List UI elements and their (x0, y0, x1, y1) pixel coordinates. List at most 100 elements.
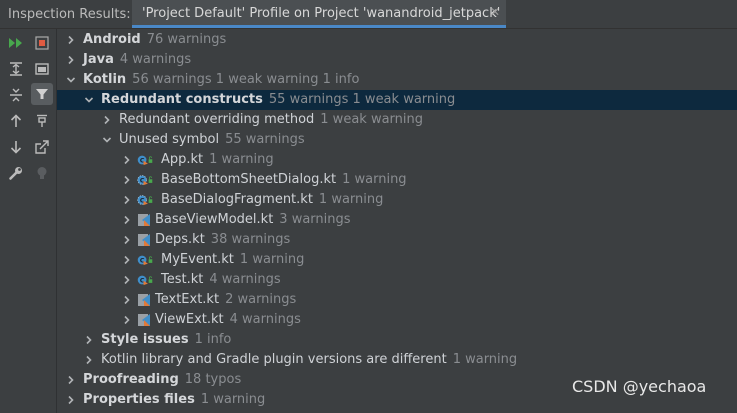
tree-row-count: 56 warnings 1 weak warning 1 info (132, 72, 360, 87)
chevron-right-icon[interactable] (83, 334, 95, 346)
kotlin-file-icon (138, 214, 150, 226)
kotlin-class-icon: C (137, 275, 153, 286)
tree-row-label: Redundant overriding method 1 weak warnin… (119, 112, 423, 127)
tree-row-name: Redundant overriding method (119, 112, 315, 127)
tree-row-count: 3 warnings (279, 212, 351, 227)
tool-window-title: Inspection Results: (8, 7, 131, 22)
tree-row-label: Redundant constructs 55 warnings 1 weak w… (101, 92, 455, 107)
tree-row-count: 1 warning (342, 172, 407, 187)
close-icon[interactable]: ✕ (490, 5, 500, 19)
pin-icon[interactable] (32, 111, 52, 131)
kotlin-file-icon (138, 314, 150, 326)
tree-row[interactable]: Redundant overriding method 1 weak warnin… (57, 110, 737, 130)
tab-label: 'Project Default' Profile on Project 'wa… (142, 6, 501, 21)
tree-row-label: Android 76 warnings (83, 32, 226, 47)
tree-row[interactable]: ViewExt.kt 4 warnings (57, 310, 737, 330)
tree-row[interactable]: Android 76 warnings (57, 30, 737, 50)
tree-row-count: 1 warning (209, 152, 274, 167)
tree-row[interactable]: TextExt.kt 2 warnings (57, 290, 737, 310)
chevron-right-icon[interactable] (121, 234, 133, 246)
chevron-right-icon[interactable] (121, 254, 133, 266)
chevron-down-icon[interactable] (101, 134, 113, 146)
chevron-right-icon[interactable] (65, 394, 77, 406)
kotlin-class-icon: C (137, 255, 153, 266)
chevron-right-icon[interactable] (65, 34, 77, 46)
tree-row-label: Unused symbol 55 warnings (119, 132, 305, 147)
chevron-right-icon[interactable] (121, 294, 133, 306)
tree-row[interactable]: C App.kt 1 warning (57, 150, 737, 170)
inspection-tree[interactable]: Android 76 warnings Java 4 warnings Kotlin 56… (57, 29, 737, 413)
tree-row-name: TextExt.kt (155, 292, 220, 307)
chevron-right-icon[interactable] (121, 274, 133, 286)
settings-wrench-icon[interactable] (6, 163, 26, 183)
tree-row[interactable]: Unused symbol 55 warnings (57, 130, 737, 150)
export-icon[interactable] (32, 137, 52, 157)
group-icon[interactable] (32, 59, 52, 79)
tree-row[interactable]: BaseViewModel.kt 3 warnings (57, 210, 737, 230)
tree-row[interactable]: C Test.kt 4 warnings (57, 270, 737, 290)
kotlin-file-icon (138, 234, 150, 246)
tree-row-name: Redundant constructs (101, 92, 263, 107)
filter-icon[interactable] (31, 83, 53, 105)
tab-inspection-profile[interactable]: 'Project Default' Profile on Project 'wa… (132, 0, 506, 28)
tree-row-label: Style issues 1 info (101, 332, 231, 347)
tree-row[interactable]: Kotlin 56 warnings 1 weak warning 1 info (57, 70, 737, 90)
tree-row[interactable]: Deps.kt 38 warnings (57, 230, 737, 250)
tree-row-name: Kotlin (83, 72, 127, 87)
tree-row-name: MyEvent.kt (161, 252, 234, 267)
tree-row-count: 1 weak warning (320, 112, 423, 127)
tree-row-label: Kotlin 56 warnings 1 weak warning 1 info (83, 72, 359, 87)
tree-row-count: 55 warnings 1 weak warning (268, 92, 456, 107)
tree-row-count: 1 warning (318, 192, 384, 207)
tree-row-count: 1 warning (200, 392, 266, 407)
watermark: CSDN @yechaoa (572, 377, 707, 396)
tree-row-label: BaseViewModel.kt 3 warnings (155, 212, 351, 227)
tree-row[interactable]: Style issues 1 info (57, 330, 737, 350)
chevron-right-icon[interactable] (121, 174, 133, 186)
stop-icon[interactable] (32, 33, 52, 53)
chevron-right-icon[interactable] (65, 374, 77, 386)
next-occurrence-icon[interactable] (6, 137, 26, 157)
tree-row-count: 1 warning (452, 352, 518, 367)
tree-row-name: BaseViewModel.kt (155, 212, 274, 227)
chevron-down-icon[interactable] (83, 94, 95, 106)
chevron-right-icon[interactable] (121, 314, 133, 326)
tree-row-name: BaseBottomSheetDialog.kt (161, 172, 337, 187)
previous-occurrence-icon[interactable] (6, 111, 26, 131)
tree-row-name: App.kt (161, 152, 204, 167)
chevron-right-icon[interactable] (83, 354, 95, 366)
tree-row-label: Java 4 warnings (83, 52, 191, 67)
tree-row-label: MyEvent.kt 1 warning (161, 252, 304, 267)
tree-row[interactable]: Redundant constructs 55 warnings 1 weak w… (57, 90, 737, 110)
tool-window-header: Inspection Results: 'Project Default' Pr… (0, 0, 737, 29)
tree-row-count: 1 warning (239, 252, 305, 267)
inspection-toolbar (0, 29, 57, 413)
tree-row-name: Deps.kt (155, 232, 205, 247)
tree-row-name: Proofreading (83, 372, 179, 387)
tree-row-name: Java (83, 52, 114, 67)
chevron-down-icon[interactable] (65, 74, 77, 86)
tree-row-name: Kotlin library and Gradle plugin version… (101, 352, 447, 367)
chevron-right-icon[interactable] (65, 54, 77, 66)
chevron-right-icon[interactable] (121, 194, 133, 206)
tree-row-count: 4 warnings (229, 312, 301, 327)
expand-all-icon[interactable] (6, 59, 26, 79)
kotlin-abstract-class-icon: C (137, 175, 153, 186)
tree-row[interactable]: C BaseDialogFragment.kt 1 warning (57, 190, 737, 210)
tree-row[interactable]: C MyEvent.kt 1 warning (57, 250, 737, 270)
chevron-right-icon[interactable] (101, 114, 113, 126)
rerun-icon[interactable] (6, 33, 26, 53)
chevron-right-icon[interactable] (121, 214, 133, 226)
tree-row-count: 4 warnings (119, 52, 192, 67)
tree-row[interactable]: Kotlin library and Gradle plugin version… (57, 350, 737, 370)
tree-row[interactable]: C BaseBottomSheetDialog.kt 1 warning (57, 170, 737, 190)
collapse-all-icon[interactable] (6, 85, 26, 105)
chevron-right-icon[interactable] (121, 154, 133, 166)
tree-row[interactable]: Java 4 warnings (57, 50, 737, 70)
tree-row-label: Deps.kt 38 warnings (155, 232, 290, 247)
tree-row-name: Style issues (101, 332, 189, 347)
bulb-icon (32, 163, 52, 183)
tree-row-count: 76 warnings (146, 32, 227, 47)
kotlin-class-icon: C (137, 155, 153, 166)
tree-row-count: 1 info (194, 332, 232, 347)
